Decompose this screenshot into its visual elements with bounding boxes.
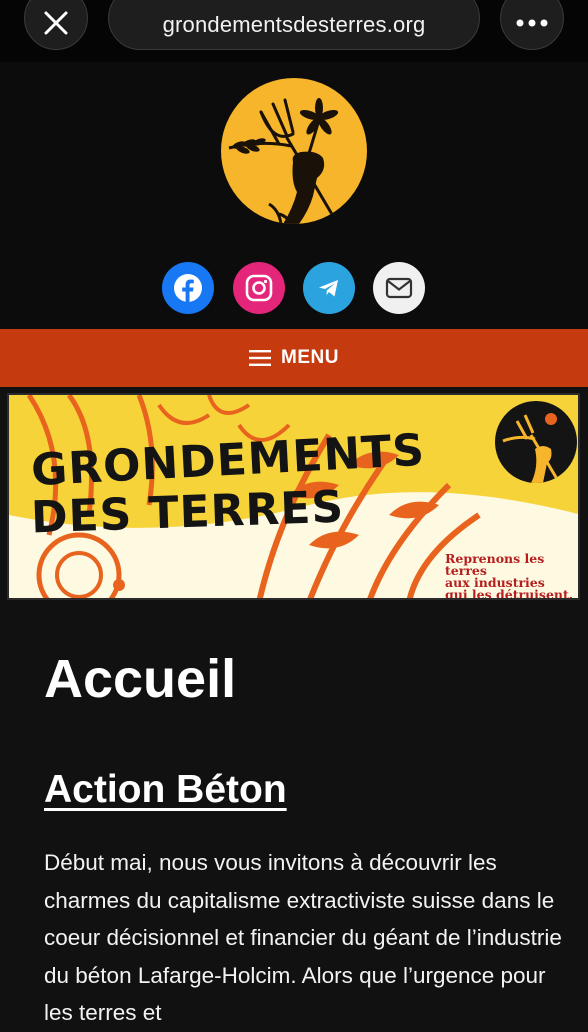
close-icon bbox=[44, 11, 68, 35]
telegram-icon bbox=[319, 280, 338, 297]
menu-label: MENU bbox=[281, 347, 339, 368]
hamburger-icon bbox=[249, 350, 272, 366]
menu-toggle[interactable]: MENU bbox=[0, 329, 588, 387]
banner-title-line2: DES TERRES bbox=[30, 481, 345, 544]
close-button[interactable] bbox=[24, 0, 88, 50]
banner-tagline: Reprenons les terres aux industries qui … bbox=[445, 551, 578, 600]
main-content: Accueil Action Béton Début mai, nous vou… bbox=[44, 640, 564, 1032]
fist-pitchfork-logo-icon bbox=[228, 98, 339, 224]
site-header bbox=[0, 62, 588, 329]
post-title-link[interactable]: Action Béton bbox=[44, 768, 564, 812]
address-bar[interactable]: grondementsdesterres.org bbox=[108, 0, 480, 50]
tagline-line3: qui les détruisent. bbox=[445, 587, 574, 600]
post-excerpt: Début mai, nous vous invitons à découvri… bbox=[44, 850, 562, 1025]
url-text: grondementsdesterres.org bbox=[162, 12, 426, 37]
telegram-link[interactable] bbox=[303, 262, 355, 314]
facebook-link[interactable] bbox=[162, 262, 214, 314]
fist-pitchfork-badge-icon bbox=[502, 413, 559, 483]
browser-toolbar: grondementsdesterres.org bbox=[0, 0, 588, 62]
tagline-line1: Reprenons les terres bbox=[445, 551, 545, 578]
page-title: Accueil bbox=[44, 649, 237, 709]
hero-banner: GRONDEMENTS DES TERRES Reprenons les ter… bbox=[7, 393, 580, 600]
banner-logo bbox=[495, 401, 577, 483]
instagram-link[interactable] bbox=[233, 262, 285, 314]
mail-icon bbox=[385, 277, 413, 299]
more-icon bbox=[516, 19, 548, 27]
site-logo[interactable] bbox=[221, 78, 367, 224]
more-options-button[interactable] bbox=[500, 0, 564, 50]
instagram-icon bbox=[245, 274, 273, 302]
facebook-icon bbox=[174, 274, 202, 302]
email-link[interactable] bbox=[373, 262, 425, 314]
